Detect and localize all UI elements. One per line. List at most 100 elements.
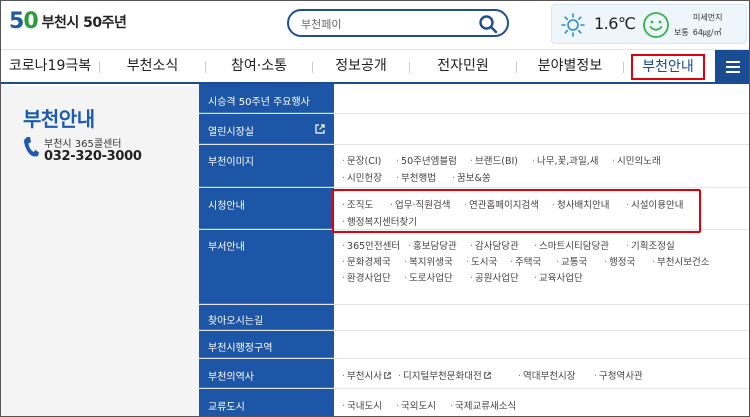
category-50th-events[interactable]: 시승격 50주년 주요행사 — [199, 84, 334, 113]
nav-label: 정보공개 — [335, 58, 387, 74]
link-facility-use[interactable]: 시설이용안내 — [626, 197, 683, 211]
sitemap-row: 부서안내 365안전센터 홍보담당관 감사담당관 스마트시티담당관 기획조정실 … — [199, 230, 749, 305]
callcenter-number[interactable]: 032-320-3000 — [44, 149, 142, 164]
link-related-sites[interactable]: 연관홈페이지검색 — [464, 197, 539, 211]
nav-label: 코로나19극복 — [8, 58, 92, 74]
category-sister-cities[interactable]: 교류도시 — [199, 389, 334, 416]
link-city-history[interactable]: 부천시사 — [342, 368, 391, 382]
link-brand-bi[interactable]: 브랜드(BI) — [470, 153, 518, 167]
nav-label: 부천안내 — [631, 54, 705, 80]
category-label: 부천시행정구역 — [208, 343, 273, 354]
phone-icon — [24, 137, 39, 157]
left-panel: 부천안내 부천시 365콜센터 032-320-3000 — [1, 86, 199, 416]
search-input[interactable] — [301, 15, 471, 33]
dust-value: 64㎍/㎥ — [692, 28, 722, 37]
external-link-icon — [384, 372, 391, 379]
nav-label: 부천소식 — [126, 58, 179, 74]
dust-status: 보통 64㎍/㎥ — [674, 27, 722, 38]
link-digital-culture[interactable]: 디지털부천문화대전 — [398, 368, 491, 382]
link-welfare-center[interactable]: 행정복지센터찾기 — [342, 214, 417, 228]
link-safety-center[interactable]: 365안전센터 — [342, 238, 400, 252]
link-pr-office[interactable]: 홍보담당관 — [408, 238, 457, 252]
category-image[interactable]: 부천이미지 — [199, 145, 334, 187]
link-happy-law[interactable]: 부천행법 — [396, 170, 436, 184]
hamburger-menu-icon[interactable] — [715, 50, 749, 83]
nav-item-corona[interactable]: 코로나19극복 — [1, 50, 99, 83]
link-audit-office[interactable]: 감사담당관 — [470, 238, 519, 252]
link-citizen-charter[interactable]: 시민헌장 — [342, 170, 382, 184]
sitemap-row: 열린시장실 — [199, 114, 749, 145]
search-box — [287, 9, 509, 37]
category-label: 열린시장실 — [208, 127, 254, 138]
link-citizen-song[interactable]: 시민의노래 — [612, 153, 661, 167]
link-env-business[interactable]: 환경사업단 — [342, 270, 391, 284]
category-city-hall-guide[interactable]: 시청안내 — [199, 188, 334, 229]
sitemap-table: 시승격 50주년 주요행사 열린시장실 부천이미지 문장(CI) 50주년엠블럼… — [199, 84, 749, 416]
category-admin-districts[interactable]: 부천시행정구역 — [199, 331, 334, 358]
link-staff-search[interactable]: 업무·직원검색 — [390, 197, 450, 211]
nav-label: 참여·소통 — [231, 58, 287, 74]
link-welfare-hygiene[interactable]: 복지위생국 — [404, 254, 453, 268]
external-link-icon — [315, 124, 325, 134]
external-link-icon — [483, 372, 491, 379]
link-label: 부천시사 — [347, 371, 382, 382]
callcenter-label: 부천시 365콜센터 — [44, 139, 122, 150]
page-frame: 50 부천시 50주년 1.6℃ — [0, 0, 750, 417]
link-park-business[interactable]: 공원사업단 — [470, 270, 519, 284]
nav-item-news[interactable]: 부천소식 — [100, 50, 205, 83]
link-emblem-ci[interactable]: 문장(CI) — [342, 153, 381, 167]
link-culture-economy[interactable]: 문화경제국 — [342, 254, 391, 268]
nav-item-guide[interactable]: 부천안내 — [625, 50, 711, 83]
link-kkumbo[interactable]: 꿈보&쏭 — [452, 170, 491, 184]
link-past-mayors[interactable]: 역대부천시장 — [518, 368, 575, 382]
link-district-history[interactable]: 구청역사관 — [594, 368, 643, 382]
sitemap-row: 부천의역사 부천시사 디지털부천문화대전 역대부천시장 구청역사관 — [199, 359, 749, 389]
link-50th-emblem[interactable]: 50주년엠블럼 — [396, 153, 457, 167]
link-planning[interactable]: 기획조정실 — [626, 238, 675, 252]
sitemap-row: 부천이미지 문장(CI) 50주년엠블럼 브랜드(BI) 나무,꽃,과일,새 시… — [199, 145, 749, 188]
category-label: 찾아오시는길 — [208, 316, 264, 327]
logo-mark: 50 — [9, 9, 39, 34]
category-open-mayor[interactable]: 열린시장실 — [199, 114, 334, 144]
link-traffic[interactable]: 교통국 — [556, 254, 587, 268]
link-smart-city[interactable]: 스마트시티담당관 — [534, 238, 609, 252]
nav-label: 분야별정보 — [537, 58, 603, 74]
weather-widget[interactable]: 1.6℃ 미세먼지 보통 64㎍/㎥ — [551, 4, 747, 44]
link-tree-flower[interactable]: 나무,꽃,과일,새 — [532, 153, 599, 167]
dust-grade: 보통 — [674, 28, 689, 37]
category-label: 시청안내 — [208, 201, 245, 212]
category-label: 교류도시 — [208, 402, 245, 413]
link-org-chart[interactable]: 조직도 — [342, 197, 373, 211]
temperature: 1.6℃ — [594, 14, 636, 33]
sitemap-row: 시청안내 조직도 업무·직원검색 연관홈페이지검색 청사배치안내 시설이용안내 … — [199, 188, 749, 230]
link-road-business[interactable]: 도로사업단 — [404, 270, 453, 284]
category-directions[interactable]: 찾아오시는길 — [199, 305, 334, 330]
nav-item-disclosure[interactable]: 정보공개 — [313, 50, 409, 83]
link-urban[interactable]: 도시국 — [466, 254, 497, 268]
nav-item-civil[interactable]: 전자민원 — [410, 50, 516, 83]
link-exchange-news[interactable]: 국제교류새소식 — [450, 398, 516, 412]
smile-face-icon — [643, 12, 669, 38]
link-foreign-cities[interactable]: 국외도시 — [396, 398, 436, 412]
category-label: 시승격 50주년 주요행사 — [208, 97, 310, 108]
link-domestic-cities[interactable]: 국내도시 — [342, 398, 382, 412]
sitemap-row: 시승격 50주년 주요행사 — [199, 84, 749, 114]
search-icon[interactable] — [477, 13, 499, 35]
nav-divider — [623, 62, 624, 73]
nav-item-fields[interactable]: 분야별정보 — [517, 50, 623, 83]
link-health-center[interactable]: 부천시보건소 — [652, 254, 709, 268]
nav-item-participation[interactable]: 참여·소통 — [206, 50, 312, 83]
link-edu-business[interactable]: 교육사업단 — [534, 270, 583, 284]
sitemap-row: 교류도시 국내도시 국외도시 국제교류새소식 — [199, 389, 749, 416]
logo[interactable]: 50 부천시 50주년 — [9, 9, 127, 34]
link-building-layout[interactable]: 청사배치안내 — [552, 197, 609, 211]
sun-icon — [561, 13, 585, 37]
page-title: 부천안내 — [23, 107, 95, 131]
link-housing[interactable]: 주택국 — [510, 254, 541, 268]
sitemap-row: 찾아오시는길 — [199, 305, 749, 331]
category-label: 부천이미지 — [208, 157, 254, 168]
category-history[interactable]: 부천의역사 — [199, 359, 334, 388]
category-label: 부서안내 — [208, 242, 245, 253]
category-departments[interactable]: 부서안내 — [199, 230, 334, 304]
link-admin[interactable]: 행정국 — [604, 254, 635, 268]
